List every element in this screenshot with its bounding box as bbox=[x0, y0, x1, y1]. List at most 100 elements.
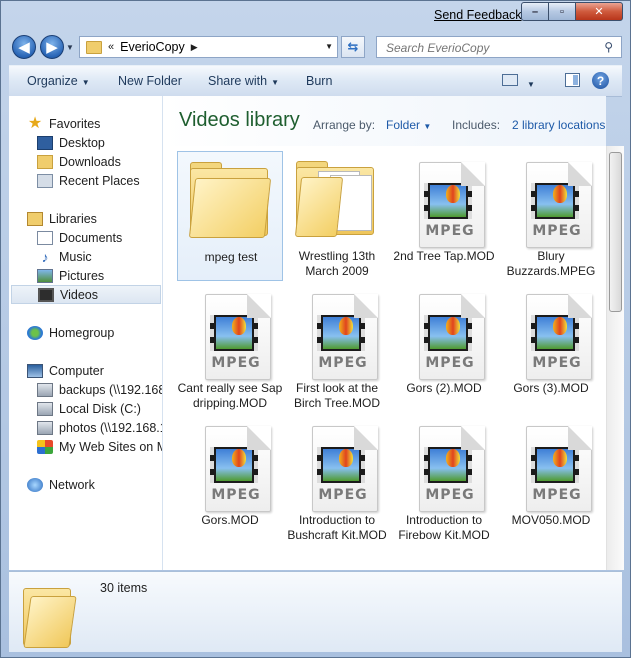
video-file-tile[interactable]: MPEG Gors.MOD bbox=[177, 415, 283, 545]
folder-icon bbox=[19, 582, 77, 648]
breadcrumb-overflow[interactable]: « bbox=[108, 41, 114, 53]
video-file-tile[interactable]: MPEG Introduction to Bushcraft Kit.MOD bbox=[284, 415, 390, 545]
burn-button[interactable]: Burn bbox=[306, 74, 332, 88]
arrange-by-label: Arrange by: bbox=[313, 118, 376, 132]
mpeg-video-icon: MPEG bbox=[312, 294, 378, 380]
nav-music[interactable]: ♪ Music bbox=[37, 247, 92, 266]
nav-label: Libraries bbox=[49, 211, 97, 226]
change-view-icon[interactable] bbox=[502, 74, 518, 86]
file-name: First look at the Birch Tree.MOD bbox=[293, 381, 380, 410]
minimize-button[interactable]: – bbox=[521, 2, 549, 21]
film-strip-icon bbox=[210, 315, 258, 351]
breadcrumb-arrow-icon[interactable]: ▶ bbox=[191, 42, 198, 53]
folder-tile[interactable]: Wrestling 13th March 2009 bbox=[284, 151, 390, 281]
address-dropdown-icon[interactable]: ▼ bbox=[325, 42, 333, 51]
network-drive-icon bbox=[37, 382, 53, 397]
view-dropdown[interactable]: ▼ bbox=[523, 76, 535, 90]
vertical-scrollbar[interactable] bbox=[606, 146, 624, 570]
mpeg-video-icon: MPEG bbox=[526, 294, 592, 380]
nav-desktop[interactable]: Desktop bbox=[37, 133, 105, 152]
back-button[interactable]: ◀ bbox=[12, 35, 36, 59]
nav-label: Recent Places bbox=[59, 173, 140, 188]
command-bar: Organize ▼ New Folder Share with ▼ Burn ▼ … bbox=[9, 65, 622, 97]
nav-label: backups (\\192.168. bbox=[59, 382, 163, 397]
navigation-pane: ★ Favorites Desktop Downloads Recent Plac… bbox=[9, 96, 163, 570]
mpeg-badge: MPEG bbox=[425, 487, 475, 503]
nav-network[interactable]: Network bbox=[27, 475, 95, 494]
video-file-tile[interactable]: MPEG Cant really see Sap dripping.MOD bbox=[177, 283, 283, 413]
breadcrumb-everiocopy[interactable]: EverioCopy bbox=[120, 40, 185, 54]
nav-homegroup[interactable]: Homegroup bbox=[27, 323, 114, 342]
arrange-by-value: Folder bbox=[386, 118, 421, 132]
folder-front bbox=[188, 178, 272, 238]
nav-label: My Web Sites on M bbox=[59, 439, 163, 454]
chevron-down-icon: ▼ bbox=[527, 80, 535, 89]
nav-libraries[interactable]: Libraries bbox=[27, 209, 97, 228]
scrollbar-thumb[interactable] bbox=[609, 152, 622, 312]
search-input[interactable] bbox=[384, 40, 598, 56]
mpeg-video-icon: MPEG bbox=[312, 426, 378, 512]
nav-label: Downloads bbox=[59, 154, 121, 169]
library-locations-link[interactable]: 2 library locations bbox=[512, 118, 605, 132]
balloon-icon bbox=[339, 449, 353, 467]
video-file-tile[interactable]: MPEG Introduction to Firebow Kit.MOD bbox=[391, 415, 497, 545]
title-bar: Send Feedback – ▫ ✕ bbox=[1, 1, 630, 29]
video-file-tile[interactable]: MPEG Gors (3).MOD bbox=[498, 283, 604, 413]
help-icon[interactable]: ? bbox=[592, 72, 609, 89]
file-name: Introduction to Bushcraft Kit.MOD bbox=[287, 513, 387, 542]
nav-documents[interactable]: Documents bbox=[37, 228, 122, 247]
nav-label: photos (\\192.168.1 bbox=[59, 420, 163, 435]
file-name: Cant really see Sap dripping.MOD bbox=[177, 381, 283, 410]
search-icon[interactable]: ⚲ bbox=[604, 40, 613, 54]
video-file-tile[interactable]: MPEG Gors (2).MOD bbox=[391, 283, 497, 413]
video-file-tile[interactable]: MPEG Blury Buzzards.MPEG bbox=[498, 151, 604, 281]
video-file-tile[interactable]: MPEG MOV050.MOD bbox=[498, 415, 604, 545]
mpeg-badge: MPEG bbox=[211, 355, 261, 371]
preview-pane-icon[interactable] bbox=[565, 73, 580, 87]
new-folder-button[interactable]: New Folder bbox=[118, 74, 182, 88]
send-feedback-link[interactable]: Send Feedback bbox=[434, 8, 522, 22]
nav-downloads[interactable]: Downloads bbox=[37, 152, 121, 171]
mpeg-badge: MPEG bbox=[318, 487, 368, 503]
music-note-icon: ♪ bbox=[41, 248, 49, 265]
folder-front bbox=[23, 596, 77, 648]
library-header: Videos library Arrange by: Folder ▼ Incl… bbox=[163, 96, 606, 146]
nav-favorites[interactable]: ★ Favorites bbox=[27, 114, 101, 133]
recent-pages-dropdown[interactable]: ▼ bbox=[66, 43, 74, 52]
nav-web-sites[interactable]: My Web Sites on M bbox=[37, 437, 163, 456]
search-box[interactable]: ⚲ bbox=[376, 36, 622, 58]
nav-backups-drive[interactable]: backups (\\192.168. bbox=[37, 380, 163, 399]
nav-local-disk[interactable]: Local Disk (C:) bbox=[37, 399, 141, 418]
nav-recent-places[interactable]: Recent Places bbox=[37, 171, 140, 190]
folder-front bbox=[294, 177, 344, 237]
file-name: mpeg test bbox=[204, 250, 258, 264]
close-button[interactable]: ✕ bbox=[575, 2, 623, 21]
nav-label: Favorites bbox=[49, 116, 101, 131]
film-strip-icon bbox=[424, 447, 472, 483]
video-file-tile[interactable]: MPEG 2nd Tree Tap.MOD bbox=[391, 151, 497, 281]
libraries-icon bbox=[27, 211, 43, 226]
nav-photos-drive[interactable]: photos (\\192.168.1 bbox=[37, 418, 163, 437]
mpeg-video-icon: MPEG bbox=[419, 426, 485, 512]
nav-computer[interactable]: Computer bbox=[27, 361, 104, 380]
nav-label: Desktop bbox=[59, 135, 105, 150]
share-with-menu[interactable]: Share with ▼ bbox=[208, 74, 279, 88]
organize-menu[interactable]: Organize ▼ bbox=[27, 74, 90, 88]
file-view: Videos library Arrange by: Folder ▼ Incl… bbox=[163, 96, 606, 570]
film-strip-icon bbox=[531, 315, 579, 351]
forward-button[interactable]: ▶ bbox=[40, 35, 64, 59]
desktop-icon bbox=[37, 135, 53, 150]
arrange-by-dropdown[interactable]: Folder ▼ bbox=[386, 118, 431, 132]
video-file-tile[interactable]: MPEG First look at the Birch Tree.MOD bbox=[284, 283, 390, 413]
nav-label: Documents bbox=[59, 230, 123, 245]
explorer-window: Send Feedback – ▫ ✕ ◀ ▶ ▼ « EverioCopy ▶… bbox=[0, 0, 631, 658]
refresh-button[interactable]: ⇆ bbox=[341, 36, 365, 58]
mpeg-badge: MPEG bbox=[425, 355, 475, 371]
nav-pictures[interactable]: Pictures bbox=[37, 266, 104, 285]
nav-videos[interactable]: Videos bbox=[11, 285, 161, 304]
address-bar[interactable]: « EverioCopy ▶ ▼ bbox=[79, 36, 338, 58]
maximize-button[interactable]: ▫ bbox=[548, 2, 576, 21]
balloon-icon bbox=[446, 185, 460, 203]
nav-label: Pictures bbox=[59, 268, 105, 283]
folder-tile[interactable]: mpeg test bbox=[177, 151, 283, 281]
